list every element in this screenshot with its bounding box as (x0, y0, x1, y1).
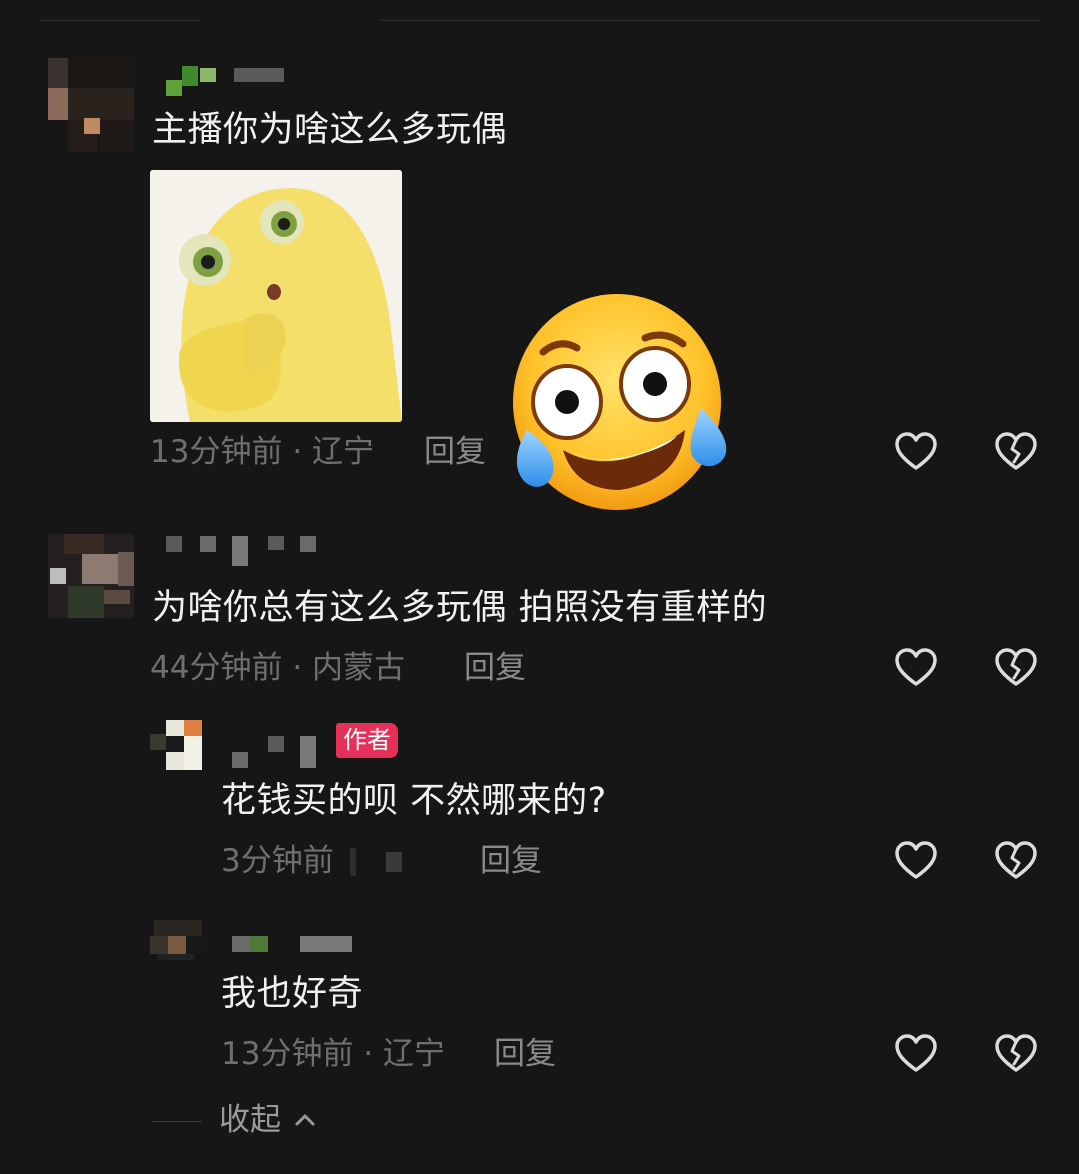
username-obscured[interactable] (232, 736, 332, 768)
dislike-broken-heart-icon[interactable] (994, 432, 1038, 472)
avatar[interactable] (48, 534, 134, 618)
comment-location: 内蒙古 (312, 650, 406, 686)
comment-meta: 13分钟前 · 辽宁 (150, 434, 374, 470)
top-divider-right (380, 20, 1040, 21)
like-heart-icon[interactable] (894, 648, 938, 688)
dislike-broken-heart-icon[interactable] (994, 648, 1038, 688)
location-obscured (386, 852, 402, 872)
location-obscured (350, 848, 356, 876)
comment-text: 为啥你总有这么多玩偶 拍照没有重样的 (152, 588, 768, 628)
reply-text: 我也好奇 (221, 974, 364, 1014)
comment-time: 44分钟前 (150, 650, 283, 686)
reply-button[interactable]: 回复 (424, 434, 486, 470)
comment-text: 主播你为啥这么多玩偶 (152, 110, 508, 150)
meta-separator: · (363, 1036, 374, 1072)
meta-separator: · (292, 650, 303, 686)
reply-button[interactable]: 回复 (480, 843, 542, 879)
reply-time: 3分钟前 (221, 843, 334, 879)
meta-separator: · (292, 434, 303, 470)
reply-meta: 13分钟前 · 辽宁 (221, 1036, 445, 1072)
sticker-image[interactable] (150, 170, 402, 422)
username-obscured[interactable] (166, 536, 326, 568)
comment-time: 13分钟前 (150, 434, 283, 470)
reply-button[interactable]: 回复 (464, 650, 526, 686)
top-divider-left (40, 20, 200, 21)
reply-location: 辽宁 (383, 1036, 446, 1072)
laughing-tears-emoji-icon (505, 290, 735, 520)
avatar[interactable] (150, 720, 202, 770)
collapse-replies-button[interactable]: 收起 (219, 1102, 281, 1138)
reply-text: 花钱买的呗 不然哪来的? (221, 781, 607, 821)
username-obscured[interactable] (166, 66, 286, 96)
like-heart-icon[interactable] (894, 1034, 938, 1074)
like-heart-icon[interactable] (894, 841, 938, 881)
chevron-up-icon[interactable] (293, 1108, 317, 1132)
comment-meta: 44分钟前 · 内蒙古 (150, 650, 405, 686)
reply-meta: 3分钟前 (221, 843, 334, 879)
like-heart-icon[interactable] (894, 432, 938, 472)
comment-location: 辽宁 (312, 434, 375, 470)
reply-button[interactable]: 回复 (494, 1036, 556, 1072)
dislike-broken-heart-icon[interactable] (994, 841, 1038, 881)
avatar[interactable] (150, 920, 202, 960)
dislike-broken-heart-icon[interactable] (994, 1034, 1038, 1074)
username-obscured[interactable] (232, 936, 362, 956)
author-badge: 作者 (336, 723, 398, 758)
avatar[interactable] (48, 58, 134, 152)
reply-time: 13分钟前 (221, 1036, 354, 1072)
collapse-divider (152, 1121, 202, 1122)
